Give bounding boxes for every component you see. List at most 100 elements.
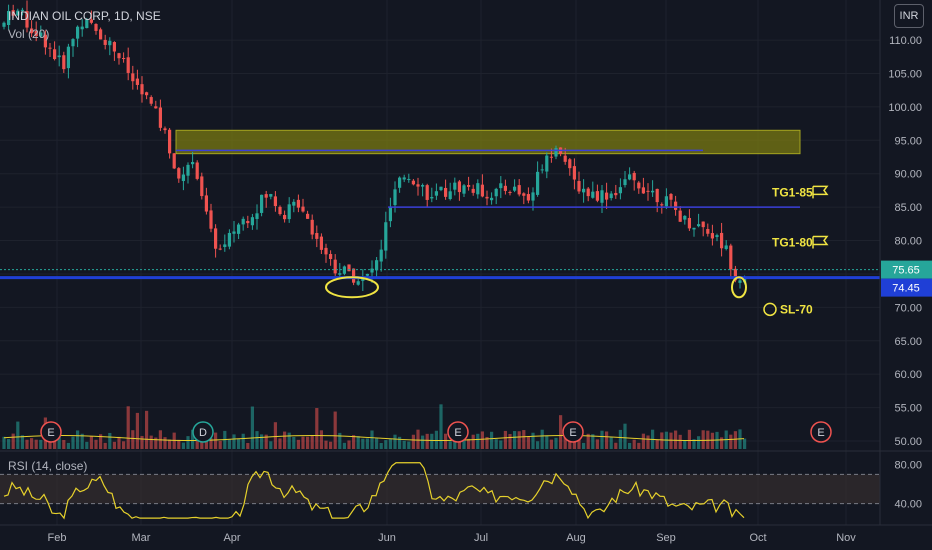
rsi-label: RSI (14, close) (8, 459, 87, 473)
candle-body (595, 191, 599, 201)
candle-body (490, 197, 494, 201)
candle-body (457, 181, 461, 193)
x-tick-label: Jun (378, 532, 396, 544)
volume-bar (365, 438, 369, 449)
candle-body (706, 229, 710, 234)
volume-bar (287, 432, 291, 449)
volume-bar (637, 442, 641, 449)
x-tick-label: Mar (132, 532, 151, 544)
x-tick-label: Nov (836, 532, 856, 544)
candle-body (393, 189, 397, 206)
volume-bar (163, 437, 167, 449)
volume-bar (595, 439, 599, 449)
candle-body (324, 247, 328, 255)
volume-bar (255, 431, 259, 449)
volume-bar (531, 432, 535, 449)
candle-body (269, 194, 273, 197)
volume-bar (720, 437, 724, 449)
candle-body (172, 153, 176, 169)
volume-bar (66, 442, 70, 449)
volume-bar (117, 436, 121, 449)
volume-bar (618, 429, 622, 449)
volume-bar (526, 436, 530, 449)
candle-body (250, 217, 254, 226)
volume-bar (517, 431, 521, 449)
candle-body (637, 182, 641, 189)
candle-body (674, 201, 678, 210)
candle-body (278, 206, 282, 215)
candle-body (315, 233, 319, 239)
candle-body (237, 224, 241, 234)
candle-body (163, 128, 167, 131)
volume-bar (425, 433, 429, 449)
volume-bar (260, 434, 264, 449)
candle-body (379, 249, 383, 262)
volume-bar (448, 441, 452, 449)
volume-bar (683, 440, 687, 449)
volume-bar (103, 442, 107, 449)
candle-body (485, 196, 489, 199)
candle-body (135, 78, 139, 85)
axes-layer: 110.00 105.00 100.00 95.00 90.00 85.00 80.00 75… (0, 0, 932, 544)
volume-bar (540, 429, 544, 449)
candle-body (329, 253, 333, 260)
candle-body (292, 201, 296, 206)
candle-body (508, 192, 512, 194)
candle-body (582, 188, 586, 193)
volume-bar (356, 436, 360, 449)
volume-bar (20, 435, 24, 449)
volume-bar (11, 433, 15, 449)
candle-body (609, 193, 613, 199)
volume-bar (306, 436, 310, 449)
volume-bar (112, 441, 116, 449)
candle-body (545, 155, 549, 172)
y-tick-label: 60.00 (894, 369, 922, 381)
volume-bar (545, 435, 549, 449)
candle-body (181, 174, 185, 182)
volume-bar (407, 441, 411, 449)
volume-bar (177, 439, 181, 449)
candle-body (572, 166, 576, 180)
candle-body (678, 210, 682, 222)
volume-indicator-label: Vol (20) (8, 27, 50, 41)
volume-bar (140, 435, 144, 449)
price-chart[interactable]: TG1-85TG1-80SL-70 EDEEE RSI (14, close) … (0, 0, 932, 550)
volume-bar (674, 430, 678, 449)
candle-body (145, 92, 149, 96)
candle-body (655, 188, 659, 203)
candle-body (149, 97, 153, 104)
candle-body (522, 193, 526, 196)
volume-bar (94, 439, 98, 449)
volume-bar (549, 439, 553, 449)
y-tick-label: 55.00 (894, 403, 922, 415)
volume-bar (660, 432, 664, 449)
rsi-tick-label: 80.00 (894, 460, 922, 472)
candle-body (729, 245, 733, 270)
candle-body (536, 171, 540, 195)
candle-body (591, 191, 595, 198)
volume-bar (186, 436, 190, 449)
y-tick-label: 50.00 (894, 436, 922, 448)
candle-body (333, 259, 337, 274)
candle-body (448, 191, 452, 200)
volume-bar (149, 435, 153, 449)
volume-bar (338, 432, 342, 449)
volume-bar (333, 411, 337, 449)
y-tick-label: 95.00 (894, 135, 922, 147)
candle-body (214, 228, 218, 249)
volume-bar (490, 431, 494, 449)
candle-body (632, 172, 636, 181)
candle-body (218, 248, 222, 250)
volume-bar (609, 437, 613, 449)
volume-bar (513, 431, 517, 449)
x-tick-label: Apr (223, 532, 240, 544)
symbol-title: INDIAN OIL CORP, 1D, NSE (8, 9, 161, 23)
volume-bar (319, 430, 323, 449)
candle-body (628, 174, 632, 180)
candle-body (319, 236, 323, 250)
currency-button[interactable]: INR (894, 4, 924, 28)
y-tick-label: 100.00 (888, 102, 922, 114)
candle-body (398, 177, 402, 188)
candle-body (103, 39, 107, 45)
volume-bar (296, 439, 300, 449)
